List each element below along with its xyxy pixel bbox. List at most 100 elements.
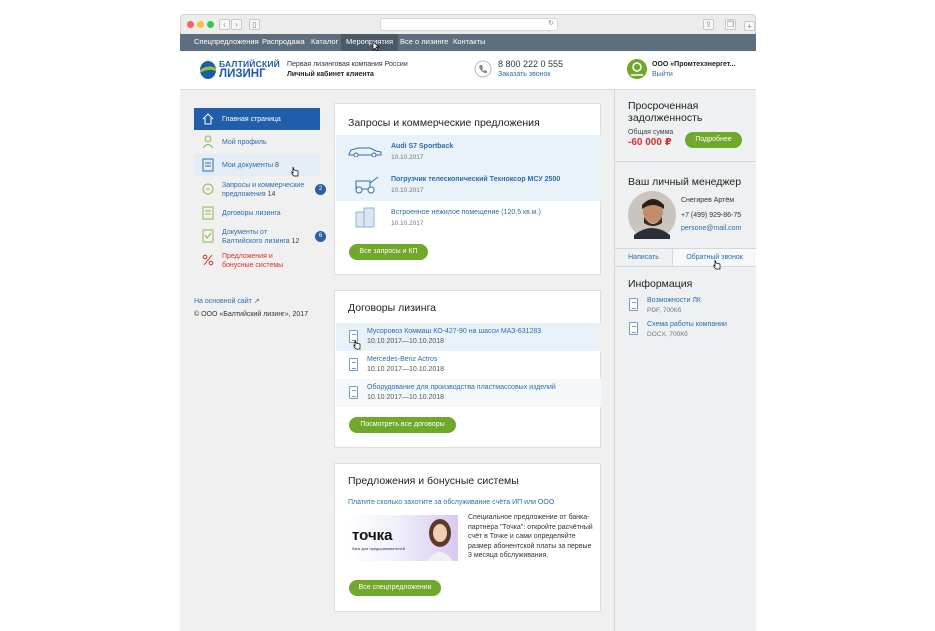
manager-email[interactable]: persone@mail.com — [681, 225, 741, 232]
document-icon — [629, 298, 638, 311]
all-contracts-button[interactable]: Посмотреть все договоры — [349, 417, 456, 433]
document-icon — [349, 358, 358, 371]
sidebar-item-label: Мой профиль — [222, 138, 267, 146]
sidebar-item-home[interactable]: Главная страница — [194, 108, 320, 130]
cabinet-label: Личный кабинет клиента — [287, 71, 374, 78]
right-panel: Просроченная задолженность Общая сумма -… — [614, 90, 756, 631]
loader-icon — [355, 176, 379, 194]
documents-icon — [202, 158, 214, 172]
requests-card: Запросы и коммерческие предложения Audi … — [334, 103, 601, 275]
contract-title[interactable]: Mercedes-Benz Actros — [367, 356, 437, 363]
details-button[interactable]: Подробнее — [685, 132, 742, 148]
contract-dates: 10.10.2017—10.10.2018 — [367, 338, 445, 345]
tagline: Первая лизинговая компания России — [287, 61, 408, 68]
info-item-title[interactable]: Схема работы компании — [647, 321, 727, 328]
profile-icon — [202, 135, 214, 149]
bl-documents-badge: 6 — [315, 231, 326, 242]
order-call-link[interactable]: Заказать звонок — [498, 71, 550, 78]
sidebar-item-contracts[interactable]: Договоры лизинга — [194, 202, 320, 224]
address-bar[interactable]: ↻ — [380, 18, 558, 31]
new-tab-icon[interactable]: + — [744, 21, 755, 31]
document-icon — [349, 386, 358, 399]
info-item-title[interactable]: Возможности ЛК — [647, 297, 701, 304]
request-title[interactable]: Audi S7 Sportback — [391, 143, 453, 150]
percent-icon — [202, 254, 214, 266]
site-header: БАЛТИЙСКИЙ ЛИЗИНГ Первая лизинговая комп… — [180, 51, 756, 90]
browser-toolbar: ‹ › ▯ ↻ ⇪ ❐ + — [180, 14, 756, 34]
nav-special-offers[interactable]: Спецпредложения — [194, 37, 259, 46]
offer-description: Специальное предложение от банка-партнер… — [468, 514, 593, 559]
contract-title[interactable]: Оборудование для производства пластмассо… — [367, 384, 556, 391]
sidebar-toggle-icon[interactable]: ▯ — [249, 19, 260, 30]
logout-link[interactable]: Выйти — [652, 71, 673, 78]
manager-phone: +7 (499) 929-86-75 — [681, 212, 742, 219]
cursor-icon — [353, 339, 361, 350]
write-button[interactable]: Написать — [615, 249, 673, 266]
list-item[interactable]: Оборудование для производства пластмассо… — [336, 379, 601, 407]
forward-icon[interactable]: › — [231, 19, 242, 30]
top-navigation: Спецпредложения Распродажа Каталог Мероп… — [180, 34, 756, 52]
sidebar-item-label: Главная страница — [222, 115, 281, 123]
overdue-sum: -60 000 ₽ — [628, 137, 672, 148]
offer-link[interactable]: Платите сколько захотите за обслуживание… — [348, 499, 554, 506]
company-name: ООО «Промтехэнергет... — [652, 61, 736, 68]
close-window-icon[interactable] — [187, 21, 194, 28]
request-title[interactable]: Погрузчик телескопический Техноксор МСУ … — [391, 176, 560, 183]
nav-about-leasing[interactable]: Все о лизинге — [400, 37, 448, 46]
info-title: Информация — [628, 278, 693, 290]
list-item[interactable]: Audi S7 Sportback 10.10.2017 — [336, 135, 601, 168]
user-icon — [627, 59, 647, 79]
offer-banner[interactable]: точка банк для предпринимателей — [348, 515, 458, 561]
all-offers-button[interactable]: Все спецпредложения — [349, 580, 441, 596]
info-item[interactable]: Возможности ЛК PDF, 700Кб — [628, 295, 748, 317]
car-icon — [348, 147, 382, 157]
contracts-icon — [202, 206, 214, 220]
contract-dates: 10.10.2017—10.10.2018 — [367, 394, 445, 401]
manager-actions: Написать Обратный звонок — [615, 248, 756, 270]
sidebar-item-requests[interactable]: Запросы и коммерческие предложения 14 2 — [194, 178, 326, 202]
nav-events[interactable]: Мероприятия — [341, 34, 399, 51]
logo[interactable]: БАЛТИЙСКИЙ ЛИЗИНГ — [200, 58, 280, 82]
request-title[interactable]: Встроенное нежилое помещение (120,5 кв.м… — [391, 209, 541, 216]
all-requests-button[interactable]: Все запросы и КП — [349, 244, 428, 260]
info-item[interactable]: Схема работы компании DOCX, 700Кб — [628, 319, 748, 341]
minimize-window-icon[interactable] — [197, 21, 204, 28]
list-item[interactable]: Мусоровоз Коммаш КО-427-90 на шасси МАЗ-… — [336, 323, 601, 351]
list-item[interactable]: Встроенное нежилое помещение (120,5 кв.м… — [336, 201, 601, 234]
sidebar-item-documents[interactable]: Мои документы 8 — [194, 154, 320, 177]
back-icon[interactable]: ‹ — [219, 19, 230, 30]
request-date: 10.10.2017 — [391, 187, 424, 194]
share-icon[interactable]: ⇪ — [703, 19, 714, 30]
tabs-icon[interactable]: ❐ — [725, 19, 736, 30]
manager-title: Ваш личный менеджер — [628, 176, 742, 188]
bl-documents-icon — [202, 229, 214, 243]
request-date: 10.10.2017 — [391, 154, 424, 161]
copyright: © ООО «Балтийский лизинг», 2017 — [194, 311, 309, 318]
logo-text-bottom: ЛИЗИНГ — [219, 68, 266, 80]
contract-dates: 10.10.2017—10.10.2018 — [367, 366, 445, 373]
info-item-meta: PDF, 700Кб — [647, 307, 682, 314]
contract-title[interactable]: Мусоровоз Коммаш КО-427-90 на шасси МАЗ-… — [367, 328, 541, 335]
nav-sale[interactable]: Распродажа — [262, 37, 305, 46]
list-item[interactable]: Mercedes-Benz Actros 10.10.2017—10.10.20… — [336, 351, 601, 379]
banner-brand: точка — [352, 527, 393, 544]
requests-badge: 2 — [315, 184, 326, 195]
document-icon — [629, 322, 638, 335]
overdue-title: Просроченная задолженность — [628, 100, 703, 124]
manager-name: Снегирев Артём — [681, 197, 735, 204]
request-date: 10.10.2017 — [391, 220, 424, 227]
nav-catalog[interactable]: Каталог — [311, 37, 338, 46]
sidebar-item-bl-documents[interactable]: Документы от Балтийского лизинга 12 6 — [194, 225, 326, 249]
banner-subtitle: банк для предпринимателей — [352, 546, 405, 551]
external-link-icon: ↗ — [253, 298, 260, 305]
info-item-meta: DOCX, 700Кб — [647, 331, 688, 338]
reload-icon[interactable]: ↻ — [548, 19, 554, 27]
sidebar-item-label: Документы от Балтийского лизинга 12 — [222, 229, 300, 245]
main-site-link[interactable]: На основной сайт ↗ — [194, 297, 260, 305]
nav-contacts[interactable]: Контакты — [453, 37, 485, 46]
maximize-window-icon[interactable] — [207, 21, 214, 28]
sidebar-item-offers[interactable]: Предложения и бонусные системы — [194, 249, 320, 273]
list-item[interactable]: Погрузчик телескопический Техноксор МСУ … — [336, 168, 601, 201]
sidebar-item-profile[interactable]: Мой профиль — [194, 131, 320, 153]
sidebar-item-label: Запросы и коммерческие предложения 14 — [222, 182, 305, 198]
